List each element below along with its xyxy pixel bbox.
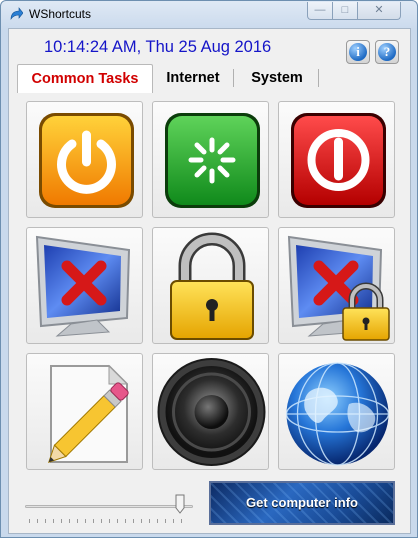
info-icon: i: [349, 43, 367, 61]
close-button[interactable]: ✕: [357, 2, 401, 20]
tab-internet[interactable]: Internet: [157, 64, 229, 92]
tile-volume[interactable]: [152, 353, 269, 470]
tab-separator: [233, 69, 234, 87]
slider-ticks: [29, 519, 189, 523]
info-button[interactable]: i: [346, 40, 370, 64]
tile-lock[interactable]: [152, 227, 269, 344]
padlock-icon: [170, 232, 254, 340]
globe-icon: [285, 362, 390, 466]
main-panel: 10:14:24 AM, Thu 25 Aug 2016 i ? Common …: [8, 28, 411, 534]
restart-icon: [165, 113, 260, 208]
tile-logoff[interactable]: [26, 101, 143, 218]
power-icon: [39, 113, 134, 208]
monitor-off-icon: [35, 235, 131, 337]
app-window: WShortcuts — □ ✕ 10:14:24 AM, Thu 25 Aug…: [0, 0, 418, 538]
window-title: WShortcuts: [29, 7, 92, 21]
notepad-pencil-icon: [48, 364, 129, 463]
tile-monitor-lock[interactable]: [278, 227, 395, 344]
tile-restart[interactable]: [152, 101, 269, 218]
tab-separator: [318, 69, 319, 87]
tile-internet[interactable]: [278, 353, 395, 470]
get-computer-info-label: Get computer info: [246, 495, 358, 510]
minimize-button[interactable]: —: [307, 2, 333, 20]
tile-shutdown[interactable]: [278, 101, 395, 218]
volume-slider[interactable]: [25, 494, 195, 524]
tab-common-tasks[interactable]: Common Tasks: [17, 64, 153, 93]
title-bar[interactable]: WShortcuts — □ ✕: [1, 1, 417, 27]
help-icon: ?: [378, 43, 396, 61]
help-button[interactable]: ?: [375, 40, 399, 64]
slider-thumb[interactable]: [175, 494, 185, 514]
tile-notepad[interactable]: [26, 353, 143, 470]
maximize-button[interactable]: □: [332, 2, 358, 20]
tile-monitor-off[interactable]: [26, 227, 143, 344]
app-logo-icon: [10, 7, 23, 20]
monitor-lock-icon: [287, 235, 390, 341]
clock-display: 10:14:24 AM, Thu 25 Aug 2016: [44, 38, 272, 56]
tab-system[interactable]: System: [239, 64, 315, 92]
speaker-icon: [157, 358, 266, 466]
slider-track: [25, 505, 193, 508]
shutdown-icon: [291, 113, 386, 208]
get-computer-info-button[interactable]: Get computer info: [209, 481, 395, 525]
